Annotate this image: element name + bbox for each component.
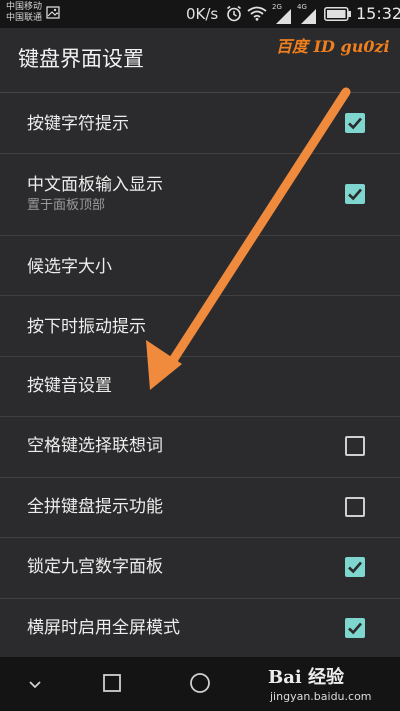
checkbox-chinese-panel-display[interactable] — [345, 184, 365, 204]
setting-title: 空格键选择联想词 — [27, 436, 163, 456]
wifi-icon — [247, 6, 267, 21]
setting-row-chinese-panel-display[interactable]: 中文面板输入显示 置于面板顶部 — [0, 154, 400, 236]
setting-row-lock-numpad[interactable]: 锁定九宫数字面板 — [0, 538, 400, 599]
setting-summary: 置于面板顶部 — [27, 198, 106, 213]
signal-icon — [276, 9, 291, 24]
brand-logo: Bai 经验 — [268, 667, 344, 688]
back-icon[interactable] — [26, 675, 44, 693]
setting-title: 横屏时启用全屏模式 — [27, 618, 180, 638]
setting-row-landscape-fullscreen[interactable]: 横屏时启用全屏模式 — [0, 599, 400, 657]
setting-row-vibrate-on-press[interactable]: 按下时振动提示 — [0, 296, 400, 357]
status-bar: 中国移动 中国联通 0K/s 2G 4G 15:32 — [0, 0, 400, 28]
navigation-bar: Bai 经验 jingyan.baidu.com — [0, 657, 400, 711]
gallery-icon — [46, 6, 60, 19]
checkbox-key-char-hint[interactable] — [345, 113, 365, 133]
setting-title: 按键字符提示 — [27, 114, 129, 134]
checkbox-lock-numpad[interactable] — [345, 557, 365, 577]
setting-row-candidate-font-size[interactable]: 候选字大小 — [0, 236, 400, 296]
clock: 15:32 — [356, 4, 400, 23]
setting-title: 中文面板输入显示 — [27, 175, 163, 195]
page-title: 键盘界面设置 — [18, 47, 144, 71]
net-speed: 0K/s — [186, 5, 219, 23]
check-icon — [348, 117, 362, 130]
watermark-author: 百度 ID gu0zi — [276, 37, 390, 56]
signal-icon — [301, 9, 316, 24]
checkbox-space-select-suggestion[interactable] — [345, 436, 365, 456]
brand-site: jingyan.baidu.com — [270, 690, 372, 703]
screen: 中国移动 中国联通 0K/s 2G 4G 15:32 键盘界面设置 百度 ID … — [0, 0, 400, 711]
checkbox-landscape-fullscreen[interactable] — [345, 618, 365, 638]
setting-title: 按键音设置 — [27, 376, 112, 396]
checkbox-pinyin-keyboard-hint[interactable] — [345, 497, 365, 517]
setting-row-key-char-hint[interactable]: 按键字符提示 — [0, 93, 400, 154]
carrier-2: 中国联通 — [6, 13, 43, 23]
battery-icon — [324, 7, 351, 21]
setting-row-key-sound[interactable]: 按键音设置 — [0, 357, 400, 417]
home-icon[interactable] — [102, 673, 122, 693]
check-icon — [348, 188, 362, 201]
setting-title: 锁定九宫数字面板 — [27, 557, 163, 577]
setting-title: 候选字大小 — [27, 257, 112, 277]
alarm-icon — [227, 5, 241, 22]
carrier-1: 中国移动 — [6, 2, 43, 12]
check-icon — [348, 561, 362, 574]
setting-row-space-select-suggestion[interactable]: 空格键选择联想词 — [0, 417, 400, 478]
setting-row-pinyin-keyboard-hint[interactable]: 全拼键盘提示功能 — [0, 478, 400, 538]
setting-title: 按下时振动提示 — [27, 317, 146, 337]
watermark-brand: Bai 经验 jingyan.baidu.com — [268, 657, 400, 711]
app-bar: 键盘界面设置 百度 ID gu0zi — [0, 28, 400, 92]
check-icon — [348, 622, 362, 635]
setting-title: 全拼键盘提示功能 — [27, 497, 163, 517]
recent-apps-icon[interactable] — [189, 672, 211, 694]
carrier-info: 中国移动 中国联通 — [6, 2, 42, 24]
